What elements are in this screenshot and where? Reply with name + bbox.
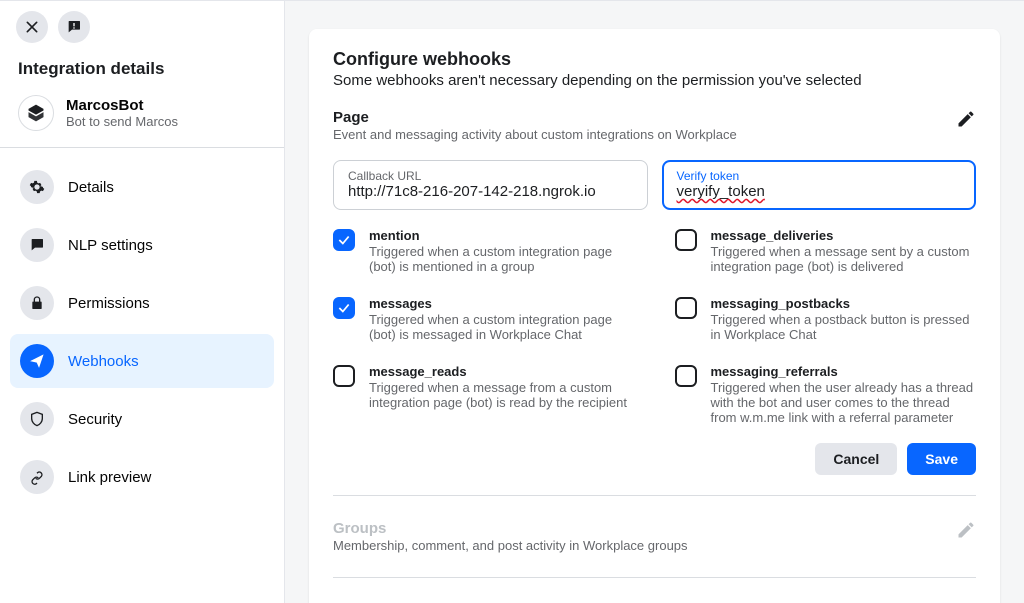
callback-url-input[interactable] bbox=[348, 183, 633, 200]
checkbox-messages[interactable] bbox=[333, 297, 355, 319]
checkbox-messaging-postbacks[interactable] bbox=[675, 297, 697, 319]
close-icon[interactable] bbox=[16, 11, 48, 43]
event-title: mention bbox=[369, 228, 635, 243]
bot-name: MarcosBot bbox=[66, 97, 178, 114]
bot-info: MarcosBot Bot to send Marcos bbox=[0, 95, 284, 148]
chat-icon bbox=[20, 228, 54, 262]
bot-subtitle: Bot to send Marcos bbox=[66, 114, 178, 129]
events-grid: mention Triggered when a custom integrat… bbox=[333, 228, 976, 425]
verify-label: Verify token bbox=[677, 169, 962, 183]
event-title: message_reads bbox=[369, 364, 635, 379]
sidebar-nav: Details NLP settings Permissions Webhook… bbox=[0, 148, 284, 516]
event-title: messaging_referrals bbox=[711, 364, 977, 379]
sidebar-item-label: Details bbox=[68, 179, 114, 196]
gear-icon bbox=[20, 170, 54, 204]
pencil-icon[interactable] bbox=[956, 109, 976, 129]
sidebar-top-icons bbox=[0, 1, 284, 53]
checkbox-mention[interactable] bbox=[333, 229, 355, 251]
callback-url-field[interactable]: Callback URL bbox=[333, 160, 648, 210]
sidebar-item-label: Permissions bbox=[68, 295, 150, 312]
event-desc: Triggered when the user already has a th… bbox=[711, 380, 977, 425]
sidebar-item-label: Webhooks bbox=[68, 353, 139, 370]
verify-token-field[interactable]: Verify token veryify_token bbox=[662, 160, 977, 210]
event-message-deliveries: message_deliveries Triggered when a mess… bbox=[675, 228, 977, 274]
event-messages: messages Triggered when a custom integra… bbox=[333, 296, 635, 342]
event-mention: mention Triggered when a custom integrat… bbox=[333, 228, 635, 274]
sidebar-item-permissions[interactable]: Permissions bbox=[10, 276, 274, 330]
event-desc: Triggered when a postback button is pres… bbox=[711, 312, 977, 342]
page-section-title: Page bbox=[333, 109, 737, 126]
divider bbox=[333, 495, 976, 496]
webhooks-card: Configure webhooks Some webhooks aren't … bbox=[309, 29, 1000, 603]
checkbox-messaging-referrals[interactable] bbox=[675, 365, 697, 387]
event-title: messages bbox=[369, 296, 635, 311]
sidebar-item-details[interactable]: Details bbox=[10, 160, 274, 214]
event-desc: Triggered when a custom integration page… bbox=[369, 312, 635, 342]
cancel-button[interactable]: Cancel bbox=[815, 443, 897, 475]
sidebar-item-link-preview[interactable]: Link preview bbox=[10, 450, 274, 504]
main-content: Configure webhooks Some webhooks aren't … bbox=[285, 0, 1024, 603]
page-subtitle: Some webhooks aren't necessary depending… bbox=[333, 72, 976, 89]
inputs-row: Callback URL Verify token veryify_token bbox=[333, 160, 976, 210]
page-section-desc: Event and messaging activity about custo… bbox=[333, 127, 737, 142]
callback-label: Callback URL bbox=[348, 169, 633, 183]
groups-section-header: Groups Membership, comment, and post act… bbox=[333, 520, 976, 553]
bot-avatar-icon bbox=[18, 95, 54, 131]
event-desc: Triggered when a custom integration page… bbox=[369, 244, 635, 274]
send-icon bbox=[20, 344, 54, 378]
save-button[interactable]: Save bbox=[907, 443, 976, 475]
verify-token-input[interactable]: veryify_token bbox=[677, 183, 765, 200]
checkbox-message-reads[interactable] bbox=[333, 365, 355, 387]
event-title: messaging_postbacks bbox=[711, 296, 977, 311]
sidebar-item-label: Security bbox=[68, 411, 122, 428]
sidebar: Integration details MarcosBot Bot to sen… bbox=[0, 0, 285, 603]
event-desc: Triggered when a message sent by a custo… bbox=[711, 244, 977, 274]
lock-icon bbox=[20, 286, 54, 320]
event-desc: Triggered when a message from a custom i… bbox=[369, 380, 635, 410]
checkbox-message-deliveries[interactable] bbox=[675, 229, 697, 251]
sidebar-item-security[interactable]: Security bbox=[10, 392, 274, 446]
divider bbox=[333, 577, 976, 578]
sidebar-item-nlp-settings[interactable]: NLP settings bbox=[10, 218, 274, 272]
action-buttons: Cancel Save bbox=[333, 443, 976, 475]
event-messaging-referrals: messaging_referrals Triggered when the u… bbox=[675, 364, 977, 425]
page-title: Configure webhooks bbox=[333, 49, 976, 70]
event-title: message_deliveries bbox=[711, 228, 977, 243]
pencil-icon[interactable] bbox=[956, 520, 976, 540]
groups-section-title: Groups bbox=[333, 520, 688, 537]
sidebar-item-webhooks[interactable]: Webhooks bbox=[10, 334, 274, 388]
page-section-header: Page Event and messaging activity about … bbox=[333, 109, 976, 142]
event-messaging-postbacks: messaging_postbacks Triggered when a pos… bbox=[675, 296, 977, 342]
sidebar-item-label: NLP settings bbox=[68, 237, 153, 254]
groups-section-desc: Membership, comment, and post activity i… bbox=[333, 538, 688, 553]
event-message-reads: message_reads Triggered when a message f… bbox=[333, 364, 635, 425]
shield-icon bbox=[20, 402, 54, 436]
sidebar-heading: Integration details bbox=[0, 53, 284, 95]
sidebar-item-label: Link preview bbox=[68, 469, 151, 486]
report-icon[interactable] bbox=[58, 11, 90, 43]
link-icon bbox=[20, 460, 54, 494]
